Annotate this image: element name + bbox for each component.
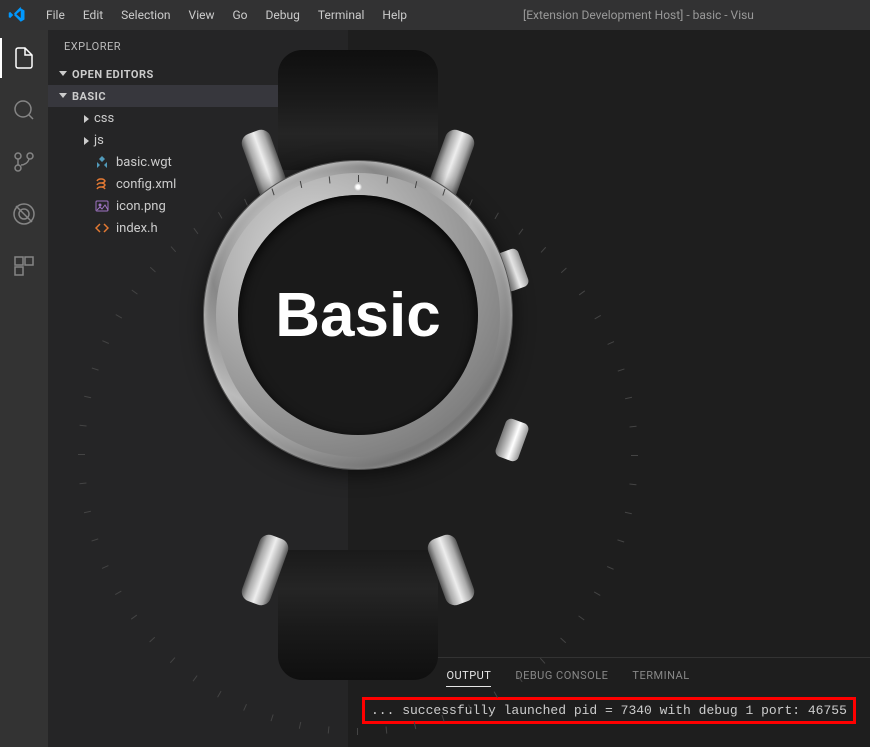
file-label: index.h xyxy=(116,221,158,236)
bezel-tick xyxy=(193,228,198,234)
watch-app-label: Basic xyxy=(275,280,440,351)
bezel-tick xyxy=(244,199,248,206)
bezel-tick xyxy=(607,341,614,345)
activity-debug[interactable] xyxy=(0,194,48,234)
bezel-tick xyxy=(271,188,274,195)
bezel-tick xyxy=(560,638,566,643)
bezel-tick xyxy=(357,728,358,735)
file-label: config.xml xyxy=(116,177,176,192)
bezel-tick xyxy=(618,368,625,371)
menu-selection[interactable]: Selection xyxy=(113,4,178,26)
bezel-tick xyxy=(415,181,417,188)
bezel-tick xyxy=(607,566,614,570)
menu-help[interactable]: Help xyxy=(374,4,415,26)
section-label: OPEN EDITORS xyxy=(72,68,154,81)
watch-bezel-inner: Basic xyxy=(216,173,500,457)
activity-explorer[interactable] xyxy=(0,38,48,78)
bezel-tick xyxy=(625,512,632,514)
menubar: File Edit Selection View Go Debug Termin… xyxy=(38,4,415,26)
bezel-tick xyxy=(630,426,637,428)
output-content[interactable]: ... successfully launched pid = 7340 wit… xyxy=(348,693,870,747)
bezel-tick xyxy=(78,454,85,455)
output-highlighted-line: ... successfully launched pid = 7340 wit… xyxy=(362,697,856,724)
chevron-right-icon xyxy=(82,135,92,145)
bezel-tick xyxy=(218,212,222,219)
activitybar xyxy=(0,30,48,747)
watch-side-button-bottom[interactable] xyxy=(494,417,530,463)
menu-go[interactable]: Go xyxy=(225,4,256,26)
watch-band-bottom xyxy=(278,550,438,680)
bezel-tick xyxy=(631,455,638,456)
vscode-logo-icon xyxy=(8,6,26,24)
chevron-down-icon xyxy=(58,69,68,79)
bezel-tick xyxy=(578,615,584,620)
bezel-tick xyxy=(625,397,632,399)
activity-search[interactable] xyxy=(0,90,48,130)
menu-view[interactable]: View xyxy=(181,4,223,26)
bezel-tick xyxy=(329,176,331,183)
folder-label: css xyxy=(94,111,114,126)
chevron-right-icon xyxy=(82,113,92,123)
file-label: icon.png xyxy=(116,199,166,214)
bezel-tick xyxy=(469,199,473,206)
menu-terminal[interactable]: Terminal xyxy=(310,4,373,26)
editor-content: Basic xyxy=(348,30,870,657)
bezel-tick xyxy=(579,290,585,295)
menu-debug[interactable]: Debug xyxy=(258,4,308,26)
activity-source-control[interactable] xyxy=(0,142,48,182)
bezel-tick xyxy=(300,181,302,188)
bezel-tick xyxy=(518,228,523,234)
bezel-tick xyxy=(495,213,499,220)
menu-file[interactable]: File xyxy=(38,4,73,26)
bezel-tick xyxy=(594,315,601,319)
watch-face[interactable]: Basic xyxy=(238,195,478,435)
watch-band-top xyxy=(278,50,438,170)
bezel-tick xyxy=(561,268,567,273)
bezel-tick xyxy=(358,175,359,182)
watch-emulator: Basic xyxy=(178,80,538,680)
editor-area: Basic PROBLEMS OUTPUT DEBUG CONSOLE TERM… xyxy=(348,30,870,747)
folder-label: js xyxy=(94,133,104,148)
bezel-tick xyxy=(541,247,546,253)
wgt-file-icon xyxy=(94,154,110,170)
activity-extensions[interactable] xyxy=(0,246,48,286)
menu-edit[interactable]: Edit xyxy=(75,4,111,26)
image-file-icon xyxy=(94,198,110,214)
bezel-tick xyxy=(617,539,624,542)
chevron-down-icon xyxy=(58,91,68,101)
code-file-icon xyxy=(94,220,110,236)
window-title: [Extension Development Host] - basic - V… xyxy=(415,8,862,22)
watch-bezel[interactable]: Basic xyxy=(203,160,513,470)
xml-file-icon xyxy=(94,176,110,192)
section-label: BASIC xyxy=(72,90,106,103)
tab-terminal[interactable]: TERMINAL xyxy=(632,665,689,686)
bezel-tick xyxy=(594,592,601,596)
bezel-tick xyxy=(387,177,389,184)
watch-dial-dot xyxy=(354,183,362,191)
bezel-tick xyxy=(629,484,636,486)
titlebar: File Edit Selection View Go Debug Termin… xyxy=(0,0,870,30)
file-label: basic.wgt xyxy=(116,155,172,170)
main-layout: EXPLORER OPEN EDITORS BASIC css js basic… xyxy=(0,30,870,747)
bezel-tick xyxy=(442,189,445,196)
